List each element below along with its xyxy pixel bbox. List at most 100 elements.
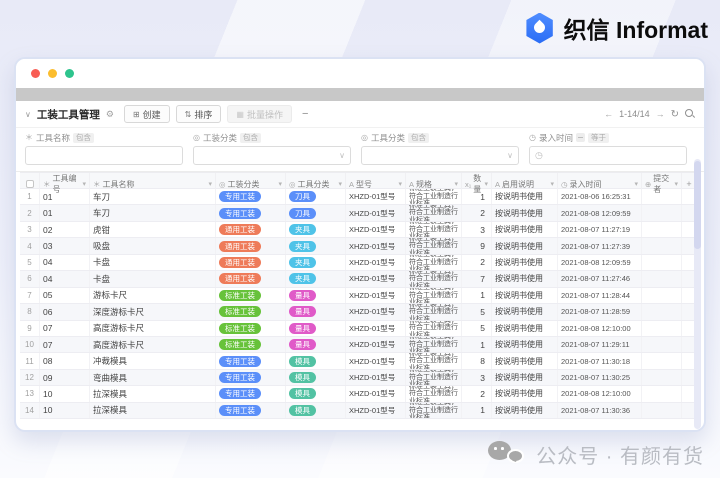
column-caret-icon[interactable]: ▾ (82, 180, 86, 188)
table-row[interactable]: 1310拉深模具专用工装 模具 XHZD-01型号标准工装工具，符合工业制造行业标准… (20, 386, 700, 403)
table-row[interactable]: 302虎钳通用工装夹具XHZD-01型号标准工装工具，符合工业制造行业标准3按说… (20, 221, 700, 239)
cell-entry-time: 2021-08-07 11:30:36 (558, 402, 642, 419)
table-row[interactable]: 705游标卡尺标准工装 量具 XHZD-01型号标准工装工具，符合工业制造行业标准1… (20, 287, 700, 305)
cell-tool-category: 夹具 (286, 271, 346, 287)
cell-entry-time: 2021-08-07 11:28:59 (558, 304, 642, 320)
category-badge: 刀具 (289, 207, 316, 219)
refresh-icon[interactable]: ↻ (671, 109, 679, 120)
prev-page-icon[interactable]: ← (604, 109, 613, 119)
search-icon[interactable] (685, 109, 695, 119)
cell-usage-note: 按说明书使用 (492, 238, 558, 254)
column-caret-icon[interactable]: ▾ (278, 180, 282, 188)
table-row[interactable]: 907高度游标卡尺标准工装 量具 XHZD-01型号标准工装工具，符合工业制造行业标… (20, 320, 700, 337)
category-badge: 夹具 (289, 256, 316, 268)
tool-name-input[interactable] (25, 146, 183, 165)
tooling-category-select[interactable]: ∨ (193, 146, 351, 165)
cell-submitter (642, 304, 682, 320)
cell-tool-name: 弯曲模具 (90, 369, 216, 386)
column-caret-icon[interactable]: ▾ (208, 180, 212, 188)
table-row[interactable]: 1209弯曲模具专用工装 模具 XHZD-01型号标准工装工具，符合工业制造行业标准… (20, 369, 700, 387)
table-row[interactable]: 504卡盘通用工装 夹具 XHZD-01型号标准工装工具，符合工业制造行业标准2按说… (20, 254, 700, 272)
column-label: 型号 (356, 179, 373, 189)
table-row[interactable]: 1108冲裁模具专用工装 模具 XHZD-01型号标准工装工具，符合工业制造行业标准… (20, 353, 700, 370)
sort-icon: ⇅ (184, 109, 192, 119)
column-caret-icon[interactable]: ▾ (634, 180, 638, 188)
category-badge: 通用工装 (219, 240, 261, 252)
collapse-chevron-icon[interactable]: ∨ (25, 110, 31, 119)
text-field-icon: A (349, 179, 355, 189)
select-all-checkbox[interactable] (25, 180, 34, 188)
table-row[interactable]: 1007高度游标卡尺标准工装 量具 XHZD-01型号标准工装工具，符合工业制造行业… (20, 336, 700, 354)
entry-time-input[interactable]: ◷ (529, 146, 687, 165)
cell-tool-category: 夹具 (286, 221, 346, 238)
column-caret-icon[interactable]: ▾ (338, 180, 342, 188)
row-index: 10 (20, 336, 40, 353)
table-row[interactable]: 201车刀专用工装刀具XHZD-01型号标准工装工具，符合工业制造行业标准2按说… (20, 205, 700, 222)
category-badge: 量具 (289, 306, 316, 318)
sort-button[interactable]: ⇅ 排序 (175, 105, 222, 123)
cell-submitter (642, 402, 682, 419)
cell-tool-category: 模具 (286, 386, 346, 402)
category-badge: 标准工装 (219, 322, 261, 334)
cell-tool-category: 夹具 (286, 254, 346, 271)
create-button[interactable]: ⊞ 创建 (123, 105, 170, 123)
batch-icon: ▦ (236, 109, 244, 119)
category-badge: 专用工装 (219, 372, 261, 384)
gear-icon[interactable]: ⚙ (106, 109, 114, 120)
column-label: 规格 (416, 179, 433, 189)
cell-model: XHZD-01型号 (346, 304, 406, 320)
cell-usage-note: 按说明书使用 (492, 254, 558, 271)
option-field-icon: ◎ (219, 179, 226, 189)
filter-tool-category: ◎ 工具分类 包含 ∨ (361, 131, 519, 165)
row-index: 2 (20, 205, 40, 221)
column-caret-icon[interactable]: ▾ (454, 180, 458, 188)
app-window: ∨ 工装工具管理 ⚙ ⊞ 创建 ⇅ 排序 ▦ 批量操作 − ← 1-14/14 … (14, 57, 706, 432)
cell-tool-code: 09 (40, 369, 90, 386)
cell-spec: 标准工装工具，符合工业制造行业标准 (406, 221, 462, 238)
minimize-window-button[interactable] (48, 69, 57, 78)
cell-tool-category: 夹具 (286, 238, 346, 254)
batch-actions-button[interactable]: ▦ 批量操作 (227, 105, 292, 123)
category-badge: 模具 (289, 388, 316, 400)
column-caret-icon[interactable]: ▾ (550, 180, 554, 188)
table-row[interactable]: 101车刀专用工装刀具XHZD-01型号标准工装工具，符合工业制造行业标准1按说… (20, 189, 700, 206)
cell-model: XHZD-01型号 (346, 189, 406, 205)
cell-tooling-category: 标准工装 (216, 287, 286, 304)
cell-entry-time: 2021-08-07 11:29:11 (558, 336, 642, 353)
row-index: 3 (20, 221, 40, 238)
cell-tool-name: 车刀 (90, 189, 216, 205)
category-badge: 通用工装 (219, 256, 261, 268)
filter-tooling-category: ◎ 工装分类 包含 ∨ (193, 131, 351, 165)
table-row[interactable]: 604卡盘通用工装 夹具 XHZD-01型号标准工装工具，符合工业制造行业标准7按说… (20, 271, 700, 288)
cell-model: XHZD-01型号 (346, 402, 406, 419)
maximize-window-button[interactable] (65, 69, 74, 78)
cell-tooling-category: 专用工装 (216, 189, 286, 205)
close-window-button[interactable] (31, 69, 40, 78)
filter-entry-time: ◷ 录入时间 等于 ◷ (529, 131, 687, 165)
cell-quantity: 5 (462, 304, 492, 320)
cell-tool-category: 模具 (286, 402, 346, 419)
column-caret-icon[interactable]: ▾ (674, 180, 678, 188)
filter-label: 录入时间 (538, 132, 573, 143)
table-row[interactable]: 403吸盘通用工装 夹具 XHZD-01型号标准工装工具，符合工业制造行业标准9按说… (20, 238, 700, 255)
cell-tool-code: 10 (40, 386, 90, 402)
cell-tool-code: 07 (40, 320, 90, 336)
column-caret-icon[interactable]: ▾ (484, 180, 488, 188)
row-index: 14 (20, 402, 40, 419)
filter-operator-tag: 等于 (588, 132, 609, 143)
cell-tool-code: 01 (40, 205, 90, 221)
table-row[interactable]: 806深度游标卡尺标准工装 量具 XHZD-01型号标准工装工具，符合工业制造行业标… (20, 304, 700, 321)
next-page-icon[interactable]: → (656, 109, 665, 119)
cell-entry-time: 2021-08-07 11:27:46 (558, 271, 642, 287)
vertical-scrollbar[interactable] (694, 159, 701, 429)
row-index: 5 (20, 254, 40, 271)
more-actions-button[interactable]: − (298, 105, 312, 123)
cell-tooling-category: 通用工装 (216, 271, 286, 287)
chevron-down-icon: ∨ (507, 151, 513, 160)
column-caret-icon[interactable]: ▾ (398, 180, 402, 188)
tool-category-select[interactable]: ∨ (361, 146, 519, 165)
cell-usage-note: 按说明书使用 (492, 304, 558, 320)
category-badge: 专用工装 (219, 191, 261, 203)
cell-entry-time: 2021-08-07 11:27:19 (558, 221, 642, 238)
table-row[interactable]: 1410拉深模具专用工装 模具 XHZD-01型号标准工装工具，符合工业制造行业标准… (20, 402, 700, 420)
